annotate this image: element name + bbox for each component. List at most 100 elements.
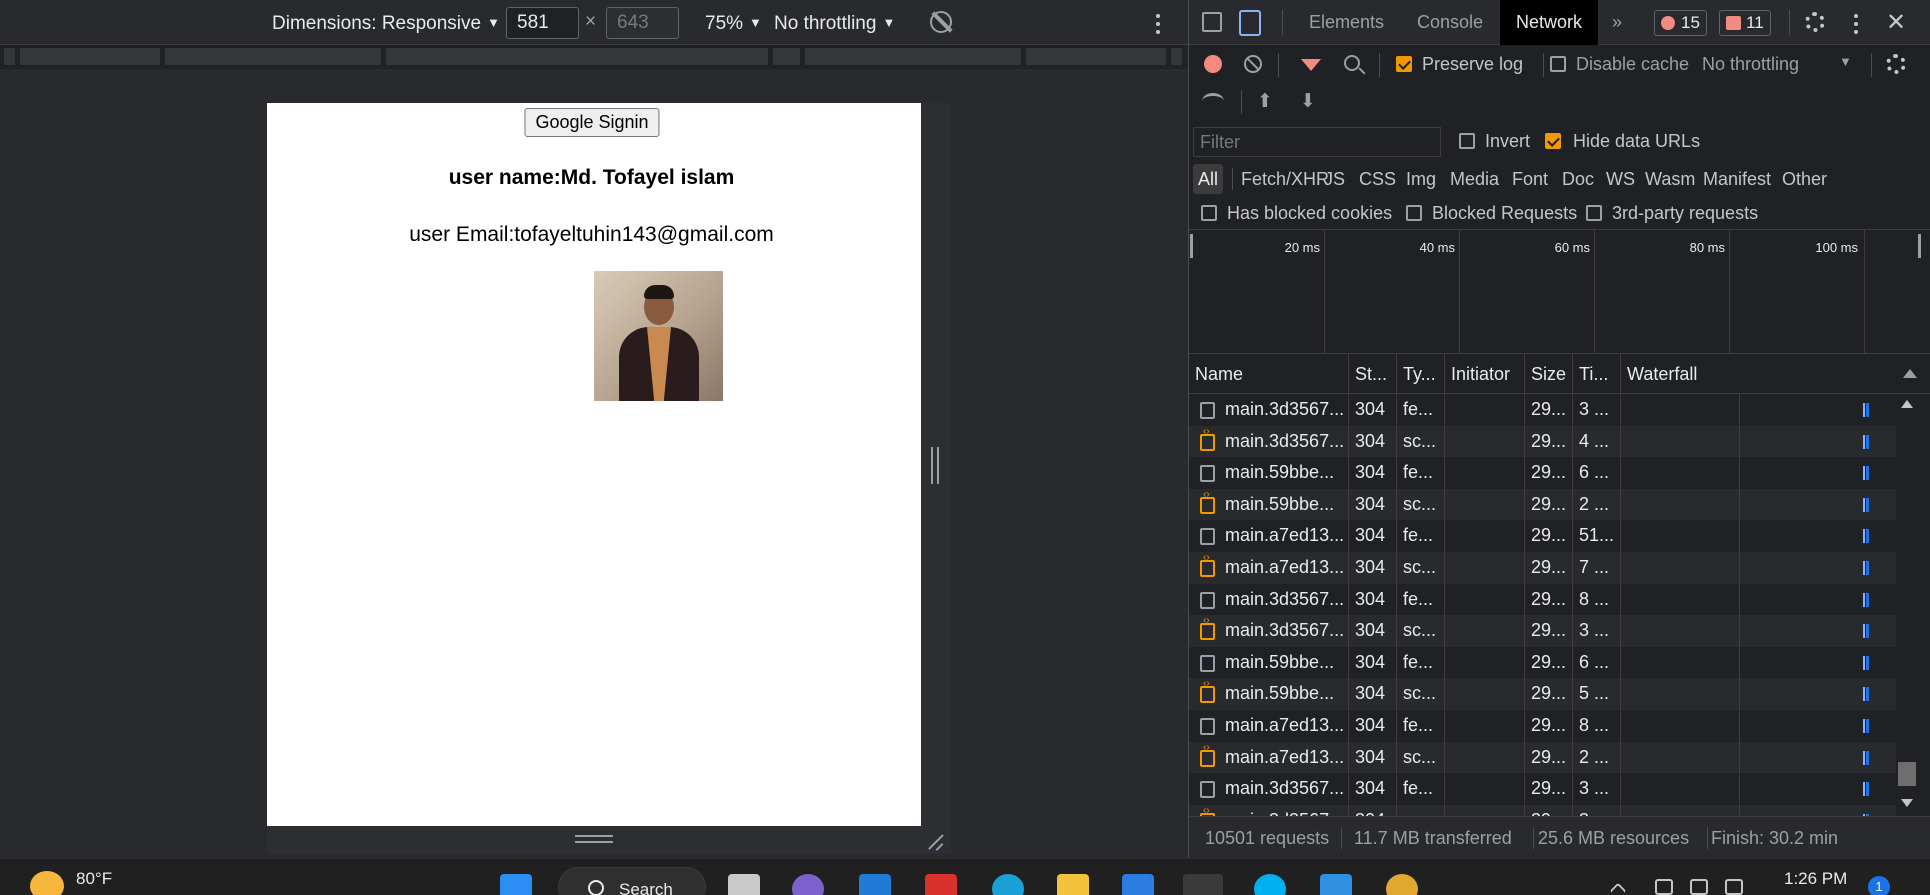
ruler-segment[interactable] [4, 48, 16, 65]
google-signin-button[interactable]: Google Signin [524, 108, 660, 137]
resize-handle-vertical-icon[interactable] [931, 447, 939, 484]
edge-browser-icon[interactable] [992, 874, 1024, 895]
table-row[interactable]: main.3d3567... 304 sc... 29... 4 ... [1189, 425, 1909, 458]
device-toggle-icon[interactable] [1239, 10, 1261, 36]
mail-icon[interactable] [859, 874, 891, 895]
third-party-requests-checkbox[interactable] [1586, 205, 1602, 221]
export-har-download-icon[interactable]: ⬇ [1300, 90, 1316, 113]
filter-icon[interactable] [1301, 59, 1321, 71]
column-type[interactable]: Ty... [1397, 354, 1445, 394]
table-row[interactable]: main.3d3567... 304 fe... 29... 3 ... [1189, 394, 1909, 426]
blocked-requests-checkbox[interactable] [1406, 205, 1422, 221]
type-filter-font[interactable]: Font [1509, 164, 1551, 194]
network-filter-input[interactable]: Filter [1193, 127, 1441, 157]
search-icon[interactable] [1344, 55, 1360, 71]
column-size[interactable]: Size [1525, 354, 1573, 394]
caret-down-icon[interactable]: ▼ [1839, 54, 1852, 69]
scrollbar-thumb[interactable] [1898, 762, 1916, 786]
type-filter-ws[interactable]: WS [1603, 164, 1638, 194]
customize-devtools-icon[interactable] [1854, 14, 1858, 38]
type-filter-doc[interactable]: Doc [1559, 164, 1597, 194]
teams-chat-icon[interactable] [792, 874, 824, 895]
ruler-segment[interactable] [386, 48, 421, 65]
ruler-segment[interactable] [20, 48, 161, 65]
task-view-icon[interactable] [728, 874, 760, 895]
snipping-tool-icon[interactable] [1183, 874, 1223, 895]
table-row[interactable]: main.a7ed13... 304 fe... 29... 8 ... [1189, 710, 1909, 742]
close-icon[interactable]: ✕ [1886, 8, 1906, 37]
table-row[interactable]: main.a7ed13... 304 sc... 29... 7 ... [1189, 552, 1909, 584]
error-count-badge[interactable]: 15 [1654, 10, 1707, 36]
zoom-dropdown[interactable]: 75% ▼ [705, 0, 762, 45]
has-blocked-cookies-checkbox[interactable] [1201, 205, 1217, 221]
type-filter-other[interactable]: Other [1779, 164, 1830, 194]
clear-icon[interactable] [1244, 55, 1262, 73]
column-status[interactable]: St... [1349, 354, 1397, 394]
inspect-element-icon[interactable] [1202, 12, 1222, 32]
ruler-segment[interactable] [773, 48, 801, 65]
column-waterfall[interactable]: Waterfall [1621, 354, 1930, 394]
table-row[interactable]: main.a7ed13... 304 fe... 29... 51... [1189, 520, 1909, 552]
type-filter-media[interactable]: Media [1447, 164, 1502, 194]
sort-ascending-icon[interactable] [1903, 369, 1917, 378]
column-time[interactable]: Ti... [1573, 354, 1621, 394]
weather-sun-icon[interactable] [30, 871, 64, 895]
type-filter-all[interactable]: All [1193, 164, 1224, 194]
overview-left-handle[interactable] [1190, 234, 1193, 258]
ruler-segment[interactable] [805, 48, 1022, 65]
ruler-segment[interactable] [417, 48, 769, 65]
type-filter-css[interactable]: CSS [1356, 164, 1399, 194]
dimensions-dropdown[interactable]: Dimensions: Responsive ▼ [272, 0, 500, 45]
weather-temperature[interactable]: 80°F [76, 869, 112, 889]
network-throttling-dropdown[interactable]: No throttling [1702, 54, 1799, 75]
type-filter-wasm[interactable]: Wasm [1642, 164, 1698, 194]
rotate-icon[interactable] [930, 11, 952, 33]
more-options-icon[interactable] [1156, 14, 1160, 38]
disable-cache-checkbox[interactable] [1550, 56, 1566, 72]
column-name[interactable]: Name [1189, 354, 1349, 394]
resize-corner-icon[interactable] [926, 832, 946, 852]
network-overview-timeline[interactable]: 20 ms 40 ms 60 ms 80 ms 100 ms [1189, 229, 1930, 354]
overview-right-handle[interactable] [1918, 234, 1921, 258]
table-row[interactable]: main.59bbe... 304 sc... 29... 5 ... [1189, 678, 1909, 710]
import-har-upload-icon[interactable]: ⬆ [1257, 90, 1273, 113]
type-filter-manifest[interactable]: Manifest [1700, 164, 1774, 194]
more-tabs-icon[interactable]: » [1612, 0, 1622, 45]
start-windows-icon[interactable] [500, 874, 532, 895]
table-row[interactable]: main.59bbe... 304 sc... 29... 2 ... [1189, 488, 1909, 521]
issue-count-badge[interactable]: 11 [1719, 10, 1771, 36]
microsoft-store-icon[interactable] [1122, 874, 1154, 895]
record-icon[interactable] [1204, 55, 1222, 73]
wifi-icon[interactable] [1655, 879, 1673, 895]
volume-icon[interactable] [1690, 879, 1708, 895]
table-row[interactable]: main.a7ed13... 304 sc... 29... 2 ... [1189, 741, 1909, 774]
table-row[interactable]: main.59bbe... 304 fe... 29... 6 ... [1189, 646, 1909, 679]
vscode-icon[interactable] [1320, 874, 1352, 895]
height-input[interactable]: 643 [606, 7, 679, 39]
skype-icon[interactable] [1254, 874, 1286, 895]
show-hidden-icons-icon[interactable] [1609, 882, 1627, 895]
type-filter-img[interactable]: Img [1403, 164, 1439, 194]
preserve-log-checkbox[interactable] [1396, 56, 1412, 72]
width-input[interactable]: 581 [506, 7, 579, 39]
type-filter-fetch-xhr[interactable]: Fetch/XHR [1238, 164, 1332, 194]
notification-count-badge[interactable]: 1 [1868, 876, 1890, 895]
file-explorer-icon[interactable] [1057, 874, 1089, 895]
invert-checkbox[interactable] [1459, 133, 1475, 149]
column-initiator[interactable]: Initiator [1445, 354, 1525, 394]
resize-handle-horizontal-icon[interactable] [575, 835, 613, 843]
battery-icon[interactable] [1725, 879, 1743, 895]
taskbar-clock[interactable]: 1:26 PM [1784, 869, 1847, 889]
table-row[interactable]: main.3d3567... 304 fe... 29... 3 ... [1189, 773, 1909, 805]
scroll-down-arrow-icon[interactable] [1901, 799, 1913, 807]
scroll-up-arrow-icon[interactable] [1901, 400, 1913, 408]
throttling-dropdown[interactable]: No throttling ▼ [774, 0, 895, 45]
table-row[interactable]: main.3d3567... 304 fe... 29... 8 ... [1189, 583, 1909, 616]
ruler-segment[interactable] [1171, 48, 1183, 65]
tab-network[interactable]: Network [1500, 0, 1599, 45]
table-row[interactable]: main.3d3567...304sc...29...3 ... [1189, 615, 1909, 647]
hide-data-urls-checkbox[interactable] [1545, 133, 1561, 149]
chrome-icon[interactable] [1386, 874, 1418, 895]
ruler-segment[interactable] [1026, 48, 1167, 65]
tab-console[interactable]: Console [1417, 0, 1483, 45]
